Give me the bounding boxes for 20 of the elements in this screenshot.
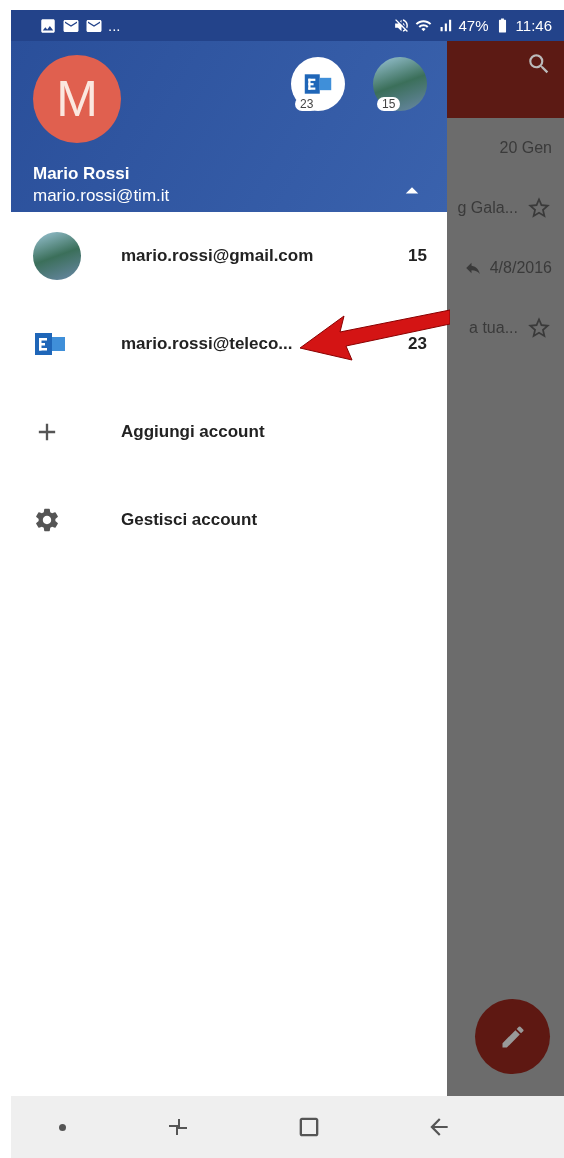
account-name: Mario Rossi: [33, 164, 131, 184]
account-item[interactable]: mario.rossi@teleco... 23: [11, 300, 447, 388]
unread-count: 15: [377, 97, 401, 111]
star-icon: [526, 195, 552, 221]
account-email: mario.rossi@tim.it: [33, 186, 170, 206]
settings-icon: [33, 506, 61, 534]
dot-icon: [58, 1123, 66, 1131]
more-notifications: ...: [108, 17, 121, 34]
menu-item[interactable]: Gestisci account: [11, 476, 447, 564]
image-notification-icon: [39, 16, 57, 35]
menu-item[interactable]: Aggiungi account: [11, 388, 447, 476]
star-icon: [526, 315, 552, 341]
account-switcher[interactable]: 23: [291, 57, 345, 111]
account-switcher[interactable]: 15: [373, 57, 427, 111]
mute-icon: [392, 17, 410, 34]
account-photo: [33, 232, 81, 280]
wifi-icon: [414, 17, 432, 34]
account-item[interactable]: mario.rossi@gmail.com 15: [11, 212, 447, 300]
battery-percent: 47%: [458, 17, 489, 34]
clock: 11:46: [515, 17, 552, 34]
